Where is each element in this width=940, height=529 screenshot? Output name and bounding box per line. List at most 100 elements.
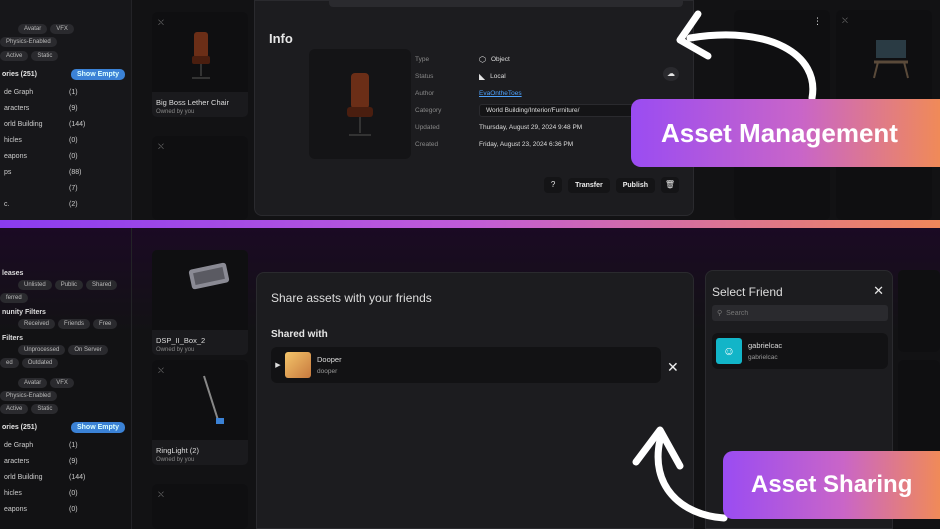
asset-card[interactable]: DSP_II_Box_2 Owned by you — [152, 250, 248, 355]
cube-icon: ⬡ — [479, 55, 486, 64]
section-divider — [0, 220, 940, 228]
asset-card[interactable] — [898, 360, 940, 460]
no-camera-icon: ⛌ — [842, 16, 848, 25]
asset-info-dialog: Info Type ⬡ Object Status ◣ Local Author EvaO… — [254, 0, 694, 216]
state-filter-chips: Active Static — [0, 404, 131, 414]
info-title: Info — [269, 31, 293, 46]
share-dialog-title: Share assets with your friends — [271, 291, 432, 305]
category-item[interactable]: orld Building (144) — [4, 116, 131, 132]
category-count: (0) — [69, 489, 78, 497]
show-empty-button[interactable]: Show Empty — [70, 69, 125, 80]
category-item[interactable]: c. (2) — [4, 196, 131, 212]
remove-share-icon[interactable]: ✕ — [667, 359, 679, 376]
transfer-button[interactable]: Transfer — [568, 177, 610, 193]
chip-active[interactable]: Active — [0, 404, 29, 414]
prop-value: Local — [490, 73, 506, 80]
chip-physics-enabled[interactable]: Physics-Enabled — [0, 391, 57, 401]
categories-header: ories (251) Show Empty — [2, 69, 131, 80]
chip-free[interactable]: Free — [93, 319, 118, 329]
chip-shared[interactable]: Shared — [86, 280, 118, 290]
help-button[interactable]: ? — [544, 177, 563, 193]
user-avatar-icon: ☺ — [716, 338, 742, 364]
cloud-upload-icon[interactable]: ☁ — [663, 67, 679, 81]
shared-user-row[interactable]: ▶ Dooper dooper — [271, 347, 661, 383]
chip-avatar[interactable]: Avatar — [18, 24, 48, 34]
releases-label: leases — [2, 270, 24, 277]
prop-value: Thursday, August 29, 2024 9:48 PM — [479, 124, 583, 131]
asset-card[interactable]: ⛌ — [836, 10, 932, 106]
prop-value: Object — [490, 56, 510, 63]
asset-card[interactable]: ⛌ RingLight (2) Owned by you — [152, 360, 248, 465]
close-icon[interactable]: ✕ — [873, 283, 884, 299]
category-count: (7) — [69, 184, 78, 192]
show-empty-button[interactable]: Show Empty — [70, 422, 125, 433]
asset-card[interactable]: ⛌ — [152, 484, 248, 529]
avatar — [285, 352, 311, 378]
category-label: hicles — [4, 489, 22, 497]
chip-static[interactable]: Static — [31, 51, 59, 61]
type-filter-chips: x Avatar VFX Physics-Enabled — [0, 378, 131, 401]
chip-ferred[interactable]: ferred — [0, 293, 28, 303]
category-item[interactable]: hicles (0) — [4, 485, 131, 501]
trash-icon[interactable]: 🗑 — [661, 177, 679, 193]
chip-vfx[interactable]: VFX — [50, 378, 74, 388]
shared-with-label: Shared with — [271, 329, 328, 340]
chip-public[interactable]: Public — [54, 280, 84, 290]
asset-card[interactable]: ⋮ — [734, 10, 830, 106]
asset-owner: Owned by you — [156, 109, 195, 115]
publish-button[interactable]: Publish — [615, 177, 655, 193]
filters-sidebar: leases x Unlisted Public Shared ferred n… — [0, 228, 132, 529]
category-label: hicles — [4, 136, 22, 144]
processing-chips: x Unprocessed On Server — [0, 345, 131, 355]
category-item[interactable]: de Graph (1) — [4, 437, 131, 453]
category-label: ps — [4, 168, 12, 176]
asset-card[interactable]: ⛌ — [152, 136, 248, 220]
chip-avatar[interactable]: Avatar — [18, 378, 48, 388]
state-filter-chips: Active Static — [0, 51, 131, 61]
friend-list-item[interactable]: ☺ gabrielcac gabrielcac — [712, 333, 888, 369]
chip-received[interactable]: Received — [18, 319, 56, 329]
expand-caret-icon[interactable]: ▶ — [271, 361, 285, 369]
chip-physics-enabled[interactable]: Physics-Enabled — [0, 37, 57, 47]
categories-label: ories (251) — [2, 424, 38, 431]
chip-outdated[interactable]: Outdated — [21, 358, 59, 368]
asset-owner: Owned by you — [156, 347, 195, 353]
chip-static[interactable]: Static — [31, 404, 59, 414]
info-actions: ? Transfer Publish 🗑 — [544, 177, 679, 193]
chip-active[interactable]: Active — [0, 51, 29, 61]
more-options-icon[interactable]: ⋮ — [813, 16, 822, 27]
categories-label: ories (251) — [2, 71, 38, 78]
category-item[interactable]: de Graph (1) — [4, 84, 131, 100]
friend-handle: gabrielcac — [748, 354, 778, 361]
category-item[interactable]: eapons (0) — [4, 148, 131, 164]
chair-preview-icon — [347, 73, 373, 136]
category-item[interactable]: aracters (9) — [4, 453, 131, 469]
chip-unlisted[interactable]: Unlisted — [18, 280, 52, 290]
chip-vfx[interactable]: VFX — [50, 24, 74, 34]
filters-sidebar: x Avatar VFX Physics-Enabled Active Stat… — [0, 0, 132, 220]
asset-card[interactable]: ⛌ Big Boss Lether Chair Owned by you — [152, 12, 248, 117]
asset-thumbnail: ⛌ — [152, 136, 248, 220]
asset-name: Big Boss Lether Chair — [156, 98, 229, 107]
select-friend-title: Select Friend — [712, 285, 783, 299]
prop-key: Type — [415, 56, 430, 63]
category-count: (1) — [69, 88, 78, 96]
category-label: eapons — [4, 505, 27, 513]
category-item[interactable]: hicles (0) — [4, 132, 131, 148]
chip-ed[interactable]: ed — [0, 358, 19, 368]
asset-card[interactable] — [898, 270, 940, 352]
category-item[interactable]: eapons (0) — [4, 501, 131, 517]
category-item[interactable]: (7) — [4, 180, 131, 196]
category-count: (88) — [69, 168, 82, 176]
name-field[interactable] — [329, 1, 683, 7]
category-item[interactable]: aracters (9) — [4, 100, 131, 116]
chip-on-server[interactable]: On Server — [68, 345, 108, 355]
search-input[interactable] — [726, 309, 877, 317]
chip-unprocessed[interactable]: Unprocessed — [18, 345, 66, 355]
category-item[interactable]: orld Building (144) — [4, 469, 131, 485]
author-link[interactable]: EvaOntheToes — [479, 90, 522, 97]
category-field[interactable]: World Building/Interior/Furniture/ — [479, 104, 637, 117]
chip-friends[interactable]: Friends — [58, 319, 91, 329]
category-item[interactable]: ps (88) — [4, 164, 131, 180]
asset-sharing-callout: Asset Sharing — [723, 451, 940, 519]
